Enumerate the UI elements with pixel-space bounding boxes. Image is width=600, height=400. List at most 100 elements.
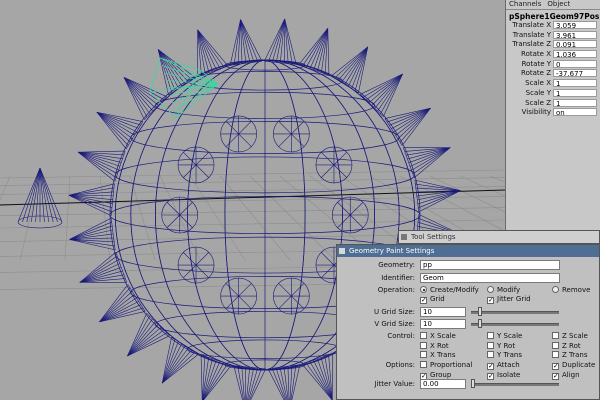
options-label: Options: <box>385 361 415 369</box>
spike-edge <box>162 349 193 384</box>
channel-row[interactable]: Rotate X 1.036 <box>506 50 600 60</box>
x-trans-checkbox[interactable]: X Trans <box>420 351 456 360</box>
checkbox-label: Y Scale <box>497 332 523 340</box>
grid-line <box>0 207 505 216</box>
inner-cone-edge <box>350 214 364 228</box>
v-grid-slider[interactable] <box>471 323 559 326</box>
channel-row[interactable]: Scale Y1 <box>506 88 600 99</box>
z-trans-checkbox[interactable]: Z Trans <box>552 351 588 360</box>
check-mark-icon <box>487 341 494 349</box>
jitter-grid-checkbox[interactable]: ✓ Jitter Grid <box>487 295 531 304</box>
channel-row[interactable]: Rotate Y0 <box>506 59 600 70</box>
object-name[interactable]: pSphere1Geom97Pos <box>509 12 600 21</box>
grid-checkbox[interactable]: ✓ Grid <box>420 295 445 304</box>
x-scale-checkbox[interactable]: X Scale <box>420 332 456 341</box>
geometry-paint-titlebar[interactable]: Geometry Paint Settings <box>337 245 599 257</box>
channel-value-field[interactable]: 1 <box>553 98 597 108</box>
v-grid-slider-handle[interactable] <box>478 319 482 328</box>
spike-edge <box>408 147 451 163</box>
channel-value-field[interactable]: 3.059 <box>553 21 597 30</box>
channel-row[interactable]: Scale X1 <box>506 79 600 89</box>
spike-edge <box>337 46 368 81</box>
radio-indicator <box>420 286 427 293</box>
duplicate-checkbox[interactable]: ✓ Duplicate <box>552 361 595 370</box>
operation-remove-radio[interactable]: Remove <box>552 286 590 295</box>
grid-label: Grid <box>430 295 445 303</box>
jitter-slider-handle[interactable] <box>471 379 475 388</box>
channel-value-field[interactable]: 1 <box>553 88 597 98</box>
inner-cone-edge <box>238 133 252 147</box>
checkbox-label: Z Trans <box>562 351 588 359</box>
spike-edge <box>79 255 118 283</box>
spike-cone <box>330 46 369 94</box>
spike-edge <box>79 267 122 283</box>
channel-row[interactable]: Scale Z1 <box>506 98 600 109</box>
y-scale-checkbox[interactable]: Y Scale <box>487 332 522 341</box>
identifier-field[interactable]: Geom <box>420 273 560 283</box>
spike-edge <box>371 73 403 106</box>
channel-value-field[interactable]: 1 <box>553 79 597 88</box>
spike-edge <box>363 73 403 98</box>
u-grid-slider-handle[interactable] <box>478 307 482 316</box>
channel-value-field[interactable]: 0.091 <box>553 40 597 49</box>
v-grid-size-field[interactable]: 10 <box>420 319 466 329</box>
spike-base <box>115 252 127 283</box>
check-mark-icon <box>420 351 427 358</box>
tab-object[interactable]: Object <box>544 0 573 9</box>
checkbox-label: Y Rot <box>497 341 516 350</box>
x-rot-checkbox[interactable]: X Rot <box>420 341 449 351</box>
spike-base <box>302 353 333 365</box>
spike-edge <box>127 315 150 357</box>
proportional-checkbox[interactable]: Proportional <box>420 361 472 370</box>
u-grid-slider[interactable] <box>471 311 559 314</box>
grid-line <box>219 175 291 261</box>
channel-value-field[interactable]: 3.961 <box>553 30 597 40</box>
tool-settings-titlebar[interactable]: Tool Settings <box>399 231 599 243</box>
inner-cone-edge <box>238 283 252 297</box>
checkbox-label: Duplicate <box>562 361 596 369</box>
inner-cone-edge <box>333 164 347 178</box>
spike-edge <box>78 151 118 175</box>
channel-row[interactable]: Translate X 3.059 <box>506 21 600 31</box>
channel-value-field[interactable]: 1.036 <box>553 50 597 59</box>
spike-edge <box>360 73 403 95</box>
geometry-field[interactable]: pp <box>420 260 560 270</box>
inner-cone <box>273 277 310 315</box>
isolate-checkbox[interactable]: ✓ Isolate <box>487 371 520 380</box>
tab-channels[interactable]: Channels <box>506 0 544 9</box>
channel-row[interactable]: Translate Z 0.091 <box>506 40 600 50</box>
jitter-slider[interactable] <box>471 383 559 386</box>
spike-edge <box>327 28 330 76</box>
inner-cone-edge <box>278 295 292 310</box>
channel-value-field[interactable]: -37.677 <box>553 69 597 78</box>
spike-edge <box>305 28 329 68</box>
y-trans-checkbox[interactable]: Y Trans <box>487 351 522 360</box>
spike-edge <box>284 18 293 65</box>
inner-cone <box>220 115 257 153</box>
selected-cone-base <box>149 57 201 119</box>
check-mark-icon <box>552 341 559 349</box>
channel-label: Rotate Y <box>521 59 551 68</box>
channel-row[interactable]: Translate Y 3.961 <box>506 30 600 41</box>
z-rot-checkbox[interactable]: Z Rot <box>552 341 581 351</box>
inner-cone <box>273 115 310 153</box>
grid-line <box>0 186 505 195</box>
ground-cone-edge <box>39 167 50 223</box>
channel-row[interactable]: Rotate Z -37.677 <box>506 69 600 79</box>
channel-value-field[interactable]: 0 <box>553 59 597 69</box>
spike-edge <box>412 147 451 175</box>
u-grid-size-field[interactable]: 10 <box>420 307 466 317</box>
jitter-value-field[interactable]: 0.00 <box>420 379 466 389</box>
check-mark-icon: ✓ <box>420 296 427 304</box>
operation-create-modify-radio[interactable]: Create/Modify <box>420 286 479 295</box>
channel-row[interactable]: Visibility on <box>506 108 600 118</box>
align-checkbox[interactable]: ✓ Align <box>552 371 580 380</box>
window-icon <box>401 234 407 240</box>
channel-value-field[interactable]: on <box>553 108 597 117</box>
inner-cone-edge <box>238 295 252 310</box>
attach-checkbox[interactable]: ✓ Attach <box>487 361 520 370</box>
z-scale-checkbox[interactable]: Z Scale <box>552 332 588 341</box>
spike-edge <box>78 150 126 153</box>
operation-modify-radio[interactable]: Modify <box>487 286 520 295</box>
y-rot-checkbox[interactable]: Y Rot <box>487 341 516 351</box>
